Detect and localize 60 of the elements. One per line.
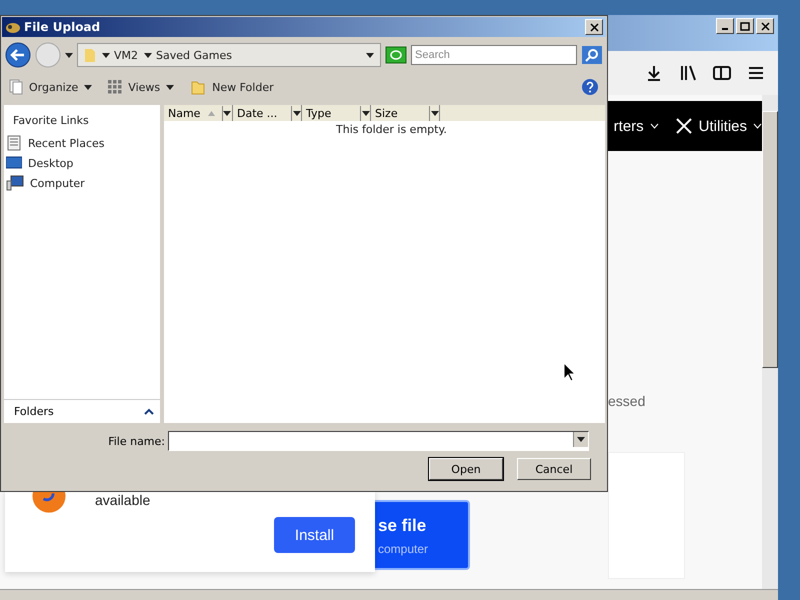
close-button[interactable] (756, 18, 774, 34)
favorite-link[interactable]: Desktop (4, 153, 160, 173)
refresh-icon[interactable] (385, 46, 407, 64)
favorite-link[interactable]: Recent Places (4, 133, 160, 153)
close-button[interactable] (585, 19, 603, 35)
section-heading: Favorite Links (12, 113, 90, 129)
document-icon (9, 79, 23, 95)
cursor-icon (563, 362, 577, 382)
minimize-button[interactable] (716, 18, 734, 34)
window-title: File Upload (24, 20, 102, 34)
dialog-button[interactable]: Cancel (517, 458, 591, 480)
file-name-field[interactable] (168, 431, 589, 451)
dialog-button[interactable]: Open (429, 458, 503, 480)
search-icon[interactable] (581, 45, 603, 65)
breadcrumb[interactable]: Saved Games (156, 48, 232, 62)
column-header[interactable]: Date ... (233, 105, 302, 121)
favorite-link[interactable]: Computer (4, 173, 160, 193)
caret-icon (84, 84, 92, 90)
breadcrumb[interactable]: VM2 (114, 48, 138, 62)
column-header[interactable]: Name (164, 105, 233, 121)
maximize-button[interactable] (736, 18, 754, 34)
file-name-label: File name: (108, 434, 165, 448)
empty-message: This folder is empty. (336, 123, 447, 136)
chevron-down-icon (753, 123, 762, 129)
computer-icon (6, 175, 24, 191)
chevron-down-icon (650, 123, 659, 129)
column-header[interactable]: Type (302, 105, 371, 121)
search-field[interactable]: Search (411, 45, 577, 65)
caret-icon (292, 110, 300, 116)
maximize-icon (740, 22, 750, 30)
tools-icon (674, 117, 693, 135)
recent-places-icon (6, 135, 22, 151)
nav-link[interactable]: rters (614, 118, 659, 134)
folders-toggle[interactable]: Folders (4, 399, 160, 423)
address-bar[interactable]: VM2 Saved Games (77, 43, 381, 67)
sidebar-icon[interactable] (712, 63, 732, 83)
nav-link[interactable]: Utilities (674, 117, 762, 135)
help-icon[interactable] (581, 78, 599, 96)
column-header[interactable]: Size (371, 105, 440, 121)
library-icon[interactable] (678, 63, 698, 83)
page-text: essed (608, 393, 646, 409)
install-button[interactable]: Install (274, 517, 355, 553)
chevron-up-icon (144, 408, 154, 415)
toolbar-button[interactable]: New Folder (190, 79, 274, 95)
toolbar-button[interactable]: Organize (9, 79, 92, 95)
notification-text: available (95, 492, 150, 508)
close-icon (760, 22, 770, 30)
grid-icon (108, 80, 122, 94)
caret-icon (430, 110, 438, 116)
caret-icon (223, 110, 232, 116)
caret-icon (362, 110, 370, 116)
close-icon (590, 22, 598, 32)
app-icon (5, 20, 21, 34)
caret-icon (166, 84, 174, 90)
vertical-scrollbar[interactable] (762, 95, 778, 589)
caret-icon (577, 437, 585, 442)
toolbar-button[interactable]: Views (108, 80, 174, 94)
desktop-icon (6, 156, 22, 170)
back-button[interactable] (5, 42, 31, 68)
folder-icon (84, 47, 96, 63)
